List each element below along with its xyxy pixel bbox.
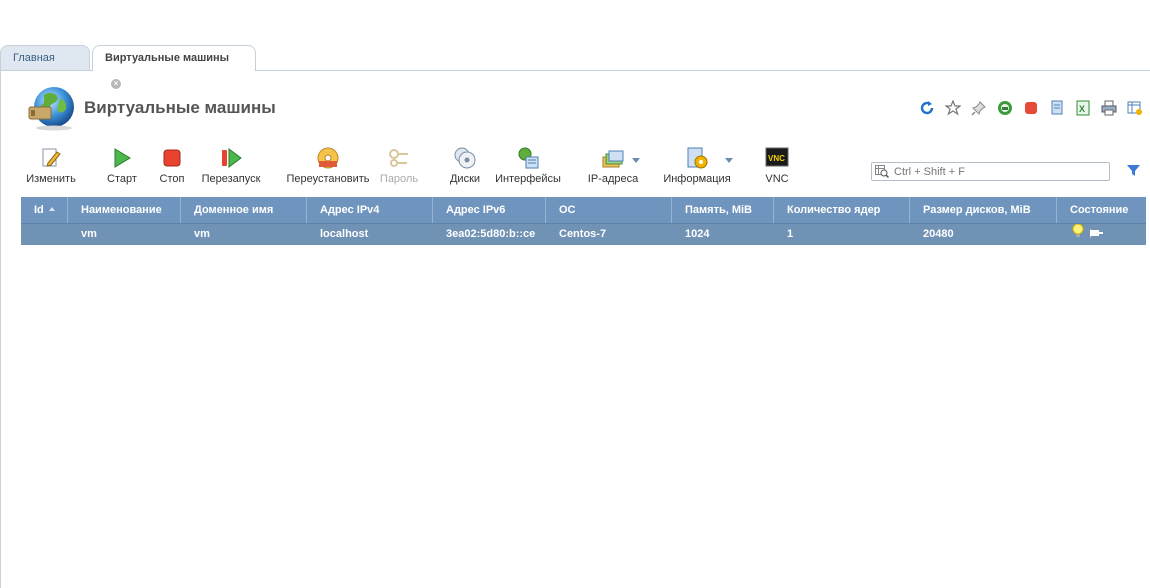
key-icon bbox=[387, 146, 411, 170]
globe-info-icon[interactable] bbox=[996, 99, 1014, 117]
column-name-label: Наименование bbox=[81, 204, 162, 216]
disk-icon bbox=[453, 146, 477, 170]
filter-icon[interactable] bbox=[1126, 163, 1141, 178]
interfaces-label: Интерфейсы bbox=[495, 173, 561, 185]
cell-ipv4: localhost bbox=[320, 228, 369, 240]
edit-icon bbox=[39, 146, 63, 170]
column-state[interactable]: Состояние bbox=[1057, 197, 1146, 223]
reinstall-label: Переустановить bbox=[286, 173, 370, 185]
column-ipv6-label: Адрес IPv6 bbox=[446, 204, 506, 216]
column-state-label: Состояние bbox=[1070, 204, 1129, 216]
table-header: Id Наименование Доменное имя Адрес IPv4 … bbox=[21, 197, 1146, 223]
ip-dropdown-chevron-down-icon[interactable] bbox=[632, 158, 640, 163]
cell-name: vm bbox=[81, 228, 97, 240]
search-icon bbox=[875, 165, 890, 179]
column-domain[interactable]: Доменное имя bbox=[181, 197, 307, 223]
info-button[interactable]: Информация bbox=[662, 146, 732, 188]
top-icon-bar: X bbox=[918, 99, 1144, 117]
print-icon[interactable] bbox=[1100, 99, 1118, 117]
cell-os: Centos-7 bbox=[559, 228, 607, 240]
vnc-icon: VNC bbox=[765, 146, 789, 170]
disks-button[interactable]: Диски bbox=[448, 146, 482, 188]
bulb-on-icon bbox=[1072, 224, 1084, 245]
svg-text:VNC: VNC bbox=[768, 154, 785, 163]
search-box[interactable] bbox=[871, 162, 1110, 181]
info-label: Информация bbox=[663, 173, 731, 185]
disks-label: Диски bbox=[449, 173, 481, 185]
restart-icon bbox=[219, 146, 243, 170]
ip-icon bbox=[601, 146, 625, 170]
flag-icon bbox=[1089, 225, 1104, 246]
interfaces-button[interactable]: Интерфейсы bbox=[494, 146, 562, 188]
network-icon bbox=[516, 146, 540, 170]
stop-square-icon[interactable] bbox=[1022, 99, 1040, 117]
column-domain-label: Доменное имя bbox=[194, 204, 274, 216]
tab-main-label: Главная bbox=[13, 52, 55, 64]
cell-ipv6: 3ea02:5d80:b::ce bbox=[446, 228, 536, 240]
play-icon bbox=[110, 146, 134, 170]
cell-id bbox=[21, 224, 68, 245]
column-id-label: Id bbox=[34, 204, 44, 216]
edit-label: Изменить bbox=[26, 173, 76, 185]
tab-virtual-machines[interactable]: Виртуальные машины × bbox=[92, 45, 256, 89]
tab-vm-label: Виртуальные машины bbox=[105, 52, 230, 64]
svg-text:X: X bbox=[1079, 104, 1085, 114]
column-memory-label: Память, MiB bbox=[685, 204, 753, 216]
vnc-button[interactable]: VNC VNC bbox=[762, 146, 792, 188]
column-disk-size-label: Размер дисков, MiB bbox=[923, 204, 1031, 216]
stop-label: Стоп bbox=[159, 173, 185, 185]
ip-addresses-label: IP-адреса bbox=[587, 173, 639, 185]
search-input[interactable] bbox=[894, 163, 1104, 180]
column-name[interactable]: Наименование bbox=[68, 197, 181, 223]
stop-icon bbox=[160, 146, 184, 170]
restart-label: Перезапуск bbox=[201, 173, 261, 185]
restart-button[interactable]: Перезапуск bbox=[200, 146, 262, 188]
frame-border bbox=[0, 70, 1, 588]
password-button[interactable]: Пароль bbox=[378, 146, 420, 188]
edit-button[interactable]: Изменить bbox=[26, 146, 76, 188]
info-dropdown-chevron-down-icon[interactable] bbox=[725, 158, 733, 163]
table-settings-icon[interactable] bbox=[1126, 99, 1144, 117]
password-label: Пароль bbox=[379, 173, 419, 185]
table-row[interactable]: vm vm localhost 3ea02:5d80:b::ce Centos-… bbox=[21, 223, 1146, 245]
cell-memory: 1024 bbox=[685, 228, 710, 240]
start-label: Старт bbox=[107, 173, 137, 185]
vm-table: Id Наименование Доменное имя Адрес IPv4 … bbox=[21, 197, 1146, 245]
sort-asc-icon bbox=[48, 207, 55, 211]
column-disk-size[interactable]: Размер дисков, MiB bbox=[910, 197, 1057, 223]
cell-disk-size: 20480 bbox=[923, 228, 954, 240]
column-ipv6[interactable]: Адрес IPv6 bbox=[433, 197, 546, 223]
column-id[interactable]: Id bbox=[21, 197, 68, 223]
cell-cores: 1 bbox=[787, 228, 794, 240]
tab-bar: Главная Виртуальные машины × bbox=[0, 45, 1150, 89]
stop-button[interactable]: Стоп bbox=[156, 146, 188, 188]
column-ipv4[interactable]: Адрес IPv4 bbox=[307, 197, 433, 223]
column-cores[interactable]: Количество ядер bbox=[774, 197, 910, 223]
column-ipv4-label: Адрес IPv4 bbox=[320, 204, 380, 216]
cell-domain: vm bbox=[194, 228, 210, 240]
star-icon[interactable] bbox=[944, 99, 962, 117]
column-cores-label: Количество ядер bbox=[787, 204, 881, 216]
column-os-label: ОС bbox=[559, 204, 576, 216]
vnc-label: VNC bbox=[765, 173, 789, 185]
globe-plug-icon bbox=[27, 85, 75, 131]
page-title: Виртуальные машины bbox=[84, 98, 276, 117]
reinstall-button[interactable]: Переустановить bbox=[286, 146, 370, 188]
pin-icon[interactable] bbox=[970, 99, 988, 117]
column-memory[interactable]: Память, MiB bbox=[672, 197, 774, 223]
column-os[interactable]: ОС bbox=[546, 197, 672, 223]
refresh-icon[interactable] bbox=[918, 99, 936, 117]
cell-state bbox=[1057, 224, 1146, 245]
reinstall-icon bbox=[316, 146, 340, 170]
ip-addresses-button[interactable]: IP-адреса bbox=[585, 146, 641, 188]
copy-doc-icon[interactable] bbox=[1048, 99, 1066, 117]
tab-main[interactable]: Главная bbox=[0, 45, 90, 70]
excel-icon[interactable]: X bbox=[1074, 99, 1092, 117]
info-doc-icon bbox=[685, 146, 709, 170]
start-button[interactable]: Старт bbox=[104, 146, 140, 188]
close-icon[interactable]: × bbox=[111, 79, 121, 89]
